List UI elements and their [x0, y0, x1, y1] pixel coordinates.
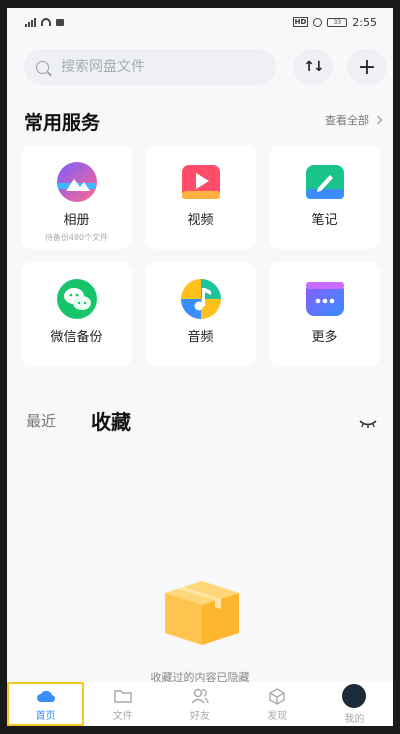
service-card-video[interactable]: 视频	[145, 145, 256, 249]
more-icon	[304, 278, 346, 320]
nav-files[interactable]: 文件	[84, 682, 161, 726]
tab-favorites[interactable]: 收藏	[91, 406, 131, 435]
service-label: 更多	[311, 330, 338, 345]
wifi-icon	[41, 18, 51, 26]
service-card-album[interactable]: 相册 待备份480个文件	[21, 145, 132, 249]
nav-label: 文件	[112, 710, 133, 722]
album-icon	[56, 161, 98, 203]
avatar	[342, 683, 367, 708]
eye-closed-icon[interactable]	[359, 413, 377, 428]
nav-home[interactable]: 首页	[7, 682, 85, 726]
service-card-note[interactable]: 笔记	[269, 145, 380, 249]
transfer-button[interactable]: ↑↓	[293, 49, 333, 85]
folder-icon	[113, 687, 133, 705]
service-label: 视频	[187, 213, 214, 228]
service-sub: 待备份480个文件	[44, 233, 109, 242]
service-label: 笔记	[311, 213, 338, 228]
search-icon	[36, 60, 49, 74]
note-icon	[304, 161, 346, 203]
service-card-audio[interactable]: 音频	[145, 262, 256, 366]
transfer-icon: ↑↓	[303, 59, 325, 75]
search-input[interactable]	[61, 59, 261, 75]
alarm-icon	[313, 17, 323, 27]
audio-icon	[180, 278, 222, 320]
notification-icon	[56, 18, 64, 26]
status-bar: HD 33 2:55	[7, 8, 393, 36]
search-bar[interactable]	[24, 49, 276, 85]
nav-label: 发现	[267, 710, 288, 722]
service-card-more[interactable]: 更多	[269, 262, 380, 366]
tab-recent[interactable]: 最近	[26, 410, 56, 431]
service-label: 音频	[187, 330, 214, 345]
chevron-right-icon	[373, 115, 383, 125]
service-label: 相册	[63, 213, 90, 228]
service-card-wechat-backup[interactable]: 微信备份	[21, 262, 132, 366]
wechat-backup-icon	[56, 278, 98, 320]
view-all-label: 查看全部	[325, 114, 369, 127]
app-screen: HD 33 2:55 ↑↓ + 常用服务 查看全部 相册 待备份480个文	[7, 8, 393, 726]
video-icon	[180, 161, 222, 203]
nav-profile[interactable]: 我的	[316, 682, 393, 726]
service-label: 微信备份	[50, 330, 103, 345]
friends-icon	[190, 687, 210, 705]
signal-icon	[25, 17, 36, 27]
nav-friends[interactable]: 好友	[161, 682, 238, 726]
nav-label: 好友	[190, 710, 210, 722]
battery-icon: 33	[327, 17, 348, 27]
nav-label: 我的	[344, 713, 365, 725]
status-time: 2:55	[352, 15, 377, 29]
cloud-icon	[36, 687, 56, 705]
plus-icon: +	[357, 54, 377, 80]
nav-discover[interactable]: 发现	[239, 682, 316, 726]
services-title: 常用服务	[24, 112, 101, 134]
empty-box-illustration	[157, 573, 247, 648]
hd-badge: HD	[292, 17, 309, 27]
bottom-nav: 首页 文件 好友 发现 我的	[7, 682, 393, 726]
cube-icon	[267, 687, 287, 705]
add-button[interactable]: +	[347, 49, 387, 85]
nav-label: 首页	[35, 710, 56, 722]
view-all-link[interactable]: 查看全部	[325, 112, 383, 128]
